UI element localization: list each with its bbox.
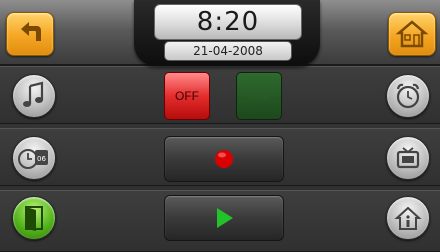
clock-panel: 8:20 21-04-2008 — [134, 0, 320, 66]
back-button[interactable] — [6, 12, 54, 56]
clock-calendar-icon: 06 — [18, 149, 48, 169]
house-info-icon — [394, 206, 422, 230]
on-switch[interactable]: ON — [236, 72, 282, 120]
tv-button[interactable] — [386, 136, 430, 180]
row-1 — [0, 66, 440, 124]
off-switch[interactable]: OFF — [164, 72, 210, 120]
back-arrow-icon — [21, 22, 41, 41]
record-button[interactable] — [164, 136, 284, 182]
screen: 8:20 21-04-2008 06 OFF ON — [0, 0, 440, 252]
music-note-icon — [23, 81, 44, 107]
clock-time: 8:20 — [154, 4, 302, 40]
play-icon — [217, 208, 233, 228]
alarm-clock-icon — [396, 83, 420, 109]
calendar-icon-text: 06 — [37, 155, 46, 163]
door-button[interactable] — [12, 196, 56, 240]
music-button[interactable] — [12, 74, 56, 118]
record-icon — [215, 150, 233, 168]
alarm-button[interactable] — [386, 74, 430, 118]
home-button[interactable] — [388, 12, 436, 56]
schedule-button[interactable]: 06 — [12, 136, 56, 180]
play-button[interactable] — [164, 195, 284, 241]
house-info-button[interactable] — [386, 196, 430, 240]
door-icon — [25, 206, 43, 231]
home-icon — [395, 20, 429, 48]
tv-icon — [396, 147, 420, 169]
clock-date: 21-04-2008 — [164, 41, 292, 61]
